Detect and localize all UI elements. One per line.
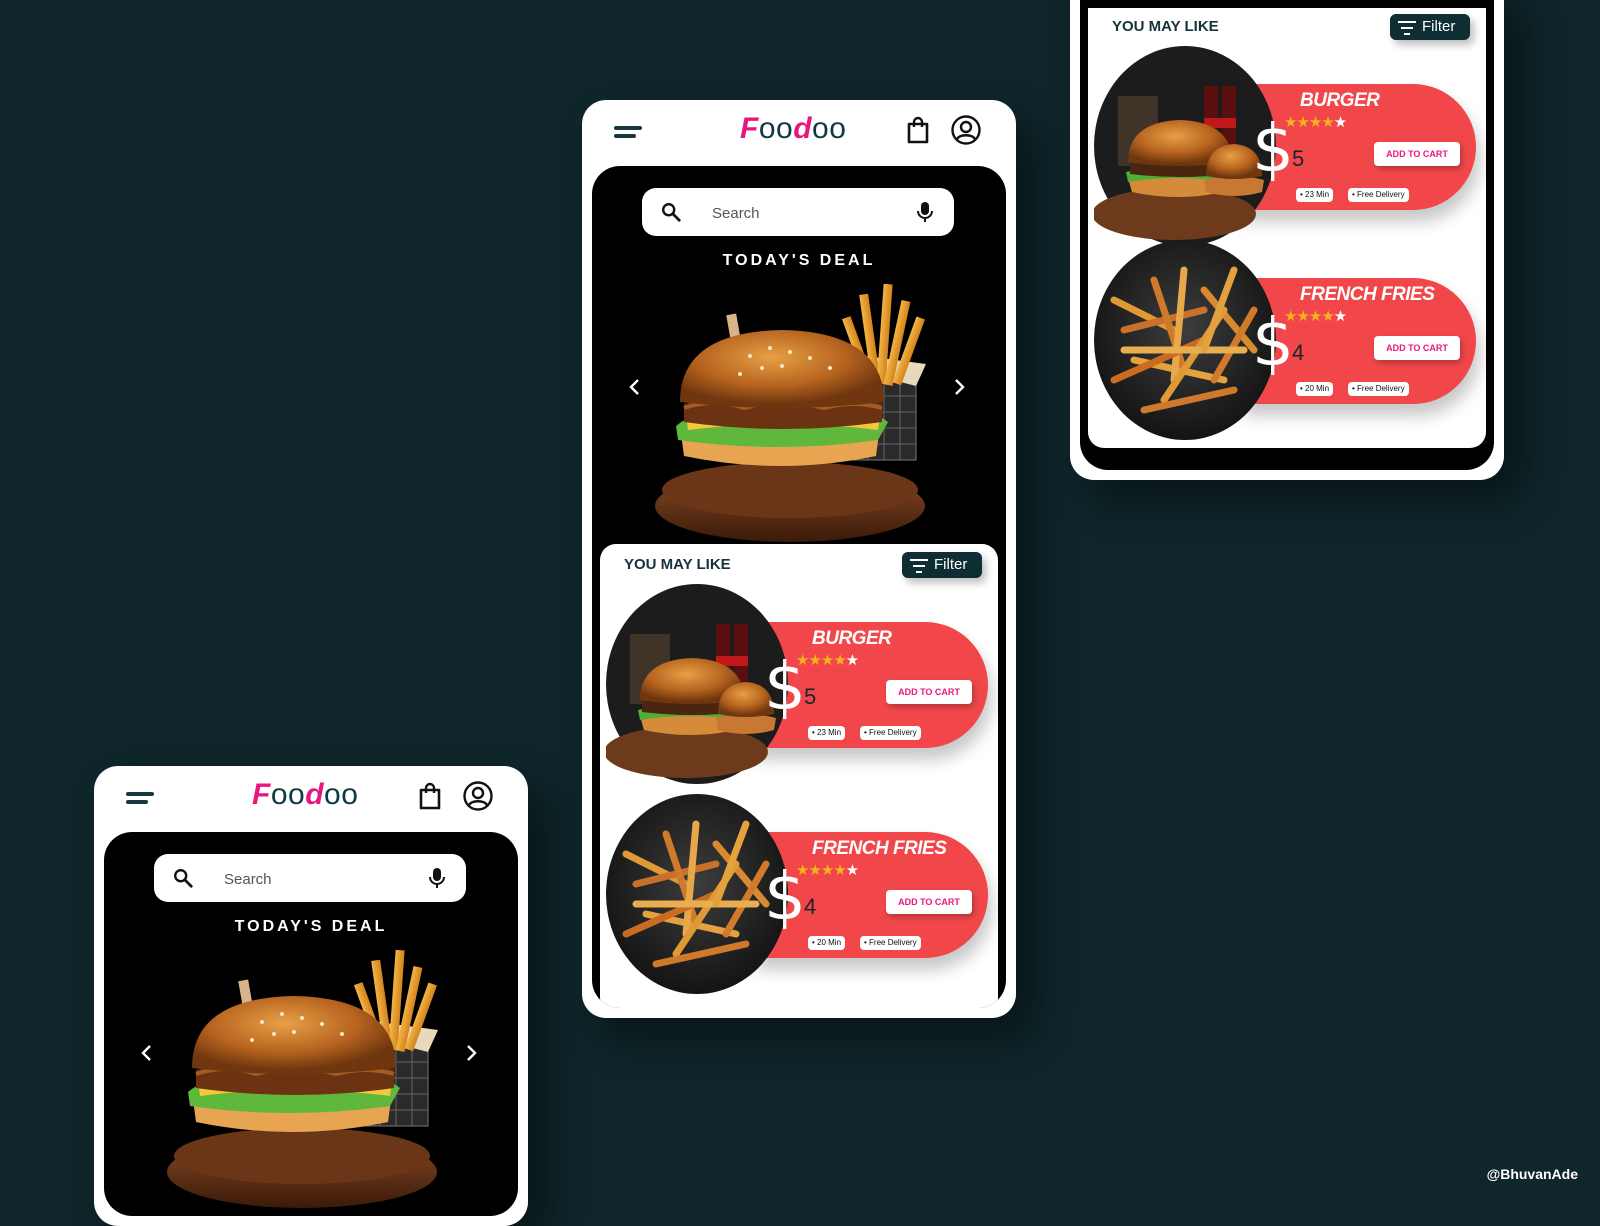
recommendations-panel: YOU MAY LIKE Filter BURGER ★★★★★ $ 5 ADD…	[600, 544, 998, 1008]
french-fries-photo	[606, 794, 788, 994]
search-bar[interactable]	[154, 854, 466, 902]
product-price: 5	[1292, 146, 1305, 171]
recommendations-title: YOU MAY LIKE	[624, 556, 731, 573]
product-card-burger[interactable]: BURGER ★★★★★ $ 5 ADD TO CART • 23 Min • …	[602, 584, 988, 784]
search-icon	[662, 203, 681, 222]
add-to-cart-button[interactable]: ADD TO CART	[1374, 142, 1460, 166]
app-header: Foodoo	[582, 100, 1016, 164]
microphone-icon[interactable]	[428, 867, 446, 889]
filter-button[interactable]: Filter	[902, 552, 982, 578]
recommendations-title: YOU MAY LIKE	[1112, 18, 1219, 35]
burger-photo	[606, 584, 788, 784]
designer-credit: @BhuvanAde	[1486, 1166, 1578, 1182]
delivery-badge: • Free Delivery	[1348, 382, 1409, 396]
currency-symbol: $	[764, 648, 806, 725]
product-name: FRENCH FRIES	[1300, 284, 1435, 305]
todays-deal-title: TODAY'S DEAL	[234, 918, 388, 935]
phone-mockup-home: Foodoo TODAY'S DEAL	[582, 100, 1016, 1018]
product-card-french-fries[interactable]: FRENCH FRIES ★★★★★ $ 4 ADD TO CART • 20 …	[1090, 240, 1476, 440]
delivery-badge: • Free Delivery	[1348, 188, 1409, 202]
currency-symbol: $	[1252, 110, 1294, 187]
user-circle-icon[interactable]	[462, 780, 494, 812]
prep-time-badge: • 20 Min	[1296, 382, 1334, 396]
shopping-bag-icon[interactable]	[902, 114, 934, 146]
add-to-cart-button[interactable]: ADD TO CART	[1374, 336, 1460, 360]
filter-button[interactable]: Filter	[1390, 14, 1470, 40]
hamburger-menu-icon[interactable]	[126, 792, 154, 804]
prep-time-badge: • 20 Min	[808, 936, 846, 950]
product-price: 5	[804, 684, 817, 709]
currency-symbol: $	[764, 858, 806, 935]
todays-deal-title: TODAY'S DEAL	[722, 252, 876, 269]
product-price: 4	[804, 894, 817, 919]
filter-icon	[910, 559, 928, 573]
add-to-cart-button[interactable]: ADD TO CART	[886, 890, 972, 914]
burger-photo	[1094, 46, 1276, 246]
app-logo: Foodoo	[740, 112, 847, 145]
prep-time-badge: • 23 Min	[808, 726, 846, 740]
product-card-french-fries[interactable]: FRENCH FRIES ★★★★★ $ 4 ADD TO CART • 20 …	[602, 794, 988, 994]
hamburger-menu-icon[interactable]	[614, 126, 642, 138]
search-icon	[174, 869, 193, 888]
product-name: FRENCH FRIES	[812, 838, 947, 859]
microphone-icon[interactable]	[916, 201, 934, 223]
delivery-badge: • Free Delivery	[860, 936, 921, 950]
user-circle-icon[interactable]	[950, 114, 982, 146]
prep-time-badge: • 23 Min	[1296, 188, 1334, 202]
deal-screen: TODAY'S DEAL	[104, 832, 518, 1216]
currency-symbol: $	[1252, 304, 1294, 381]
product-name: BURGER	[812, 628, 892, 649]
french-fries-photo	[1094, 240, 1276, 440]
add-to-cart-button[interactable]: ADD TO CART	[886, 680, 972, 704]
product-card-burger[interactable]: BURGER ★★★★★ $ 5 ADD TO CART • 23 Min • …	[1090, 46, 1476, 246]
search-input[interactable]	[222, 866, 406, 892]
shopping-bag-icon[interactable]	[414, 780, 446, 812]
deal-burger-image	[167, 949, 438, 1208]
search-input[interactable]	[710, 200, 894, 226]
product-price: 4	[1292, 340, 1305, 365]
deal-screen: TODAY'S DEAL	[592, 166, 1006, 1008]
phone-mockup-list: YOU MAY LIKE Filter BURGER ★★★★★ $ 5 ADD…	[1070, 0, 1504, 480]
phone-mockup-home-small: Foodoo TODAY'S DEAL	[94, 766, 528, 1226]
search-bar[interactable]	[642, 188, 954, 236]
app-logo: Foodoo	[252, 778, 359, 811]
filter-icon	[1398, 21, 1416, 35]
delivery-badge: • Free Delivery	[860, 726, 921, 740]
product-name: BURGER	[1300, 90, 1380, 111]
recommendations-panel: YOU MAY LIKE Filter BURGER ★★★★★ $ 5 ADD…	[1088, 8, 1486, 448]
deal-burger-image	[655, 283, 926, 542]
app-header: Foodoo	[94, 766, 528, 830]
list-screen: YOU MAY LIKE Filter BURGER ★★★★★ $ 5 ADD…	[1080, 0, 1494, 470]
